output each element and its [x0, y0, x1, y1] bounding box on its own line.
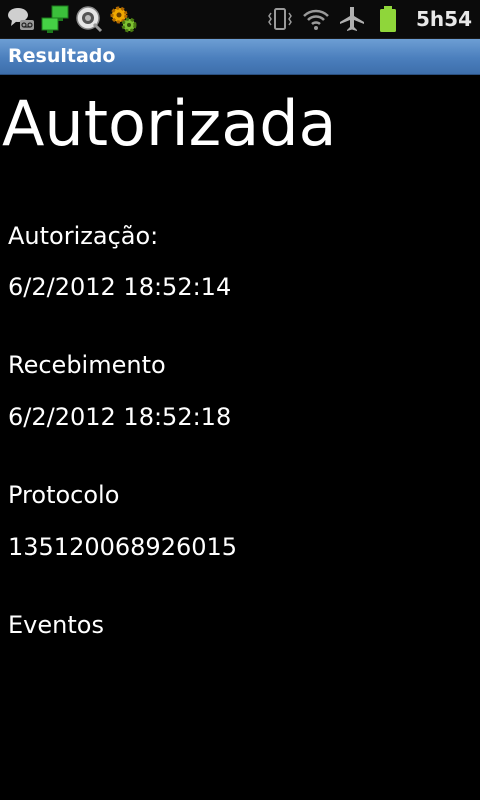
window-title: Resultado: [8, 45, 116, 67]
network-sync-icon: [40, 4, 70, 34]
wifi-icon: [302, 4, 330, 34]
recebimento-value: 6/2/2012 18:52:18: [8, 403, 232, 431]
authorization-status: Autorizada: [2, 87, 337, 160]
status-bar-clock: 5h54: [416, 7, 472, 31]
voicemail-chat-icon: [6, 4, 36, 34]
battery-icon: [374, 4, 402, 34]
recebimento-label: Recebimento: [8, 351, 166, 379]
protocolo-value: 135120068926015: [8, 533, 238, 561]
autorizacao-label: Autorização:: [8, 222, 159, 250]
eventos-label: Eventos: [8, 611, 104, 639]
autorizacao-value: 6/2/2012 18:52:14: [8, 273, 232, 301]
system-icons: 5h54: [266, 0, 472, 38]
settings-gear-icon: [108, 4, 138, 34]
status-bar: 5h54: [0, 0, 480, 39]
notification-icons: [6, 0, 142, 38]
usb-debug-icon: [74, 4, 104, 34]
vibrate-icon: [266, 4, 294, 34]
airplane-mode-icon: [338, 4, 366, 34]
protocolo-label: Protocolo: [8, 481, 120, 509]
title-bar: Resultado: [0, 39, 480, 75]
